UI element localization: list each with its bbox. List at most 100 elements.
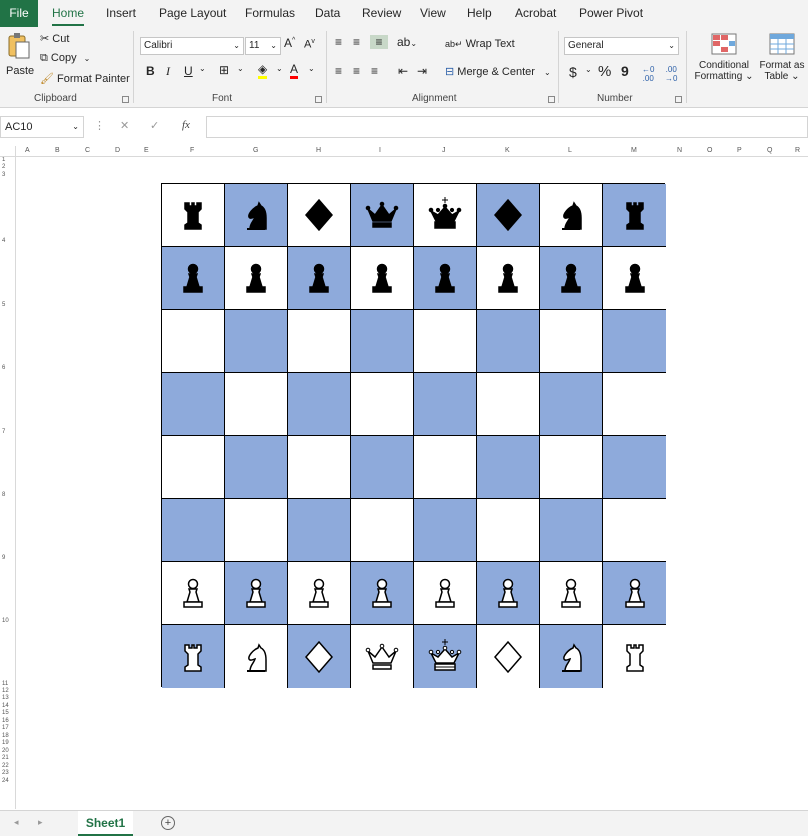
board-square[interactable]: [477, 625, 540, 688]
comma-button[interactable]: 9: [621, 63, 629, 79]
clipboard-launcher-icon[interactable]: [122, 96, 129, 103]
underline-button[interactable]: U: [184, 64, 193, 78]
alignment-launcher-icon[interactable]: [548, 96, 555, 103]
board-square[interactable]: [477, 247, 540, 310]
row-header-7[interactable]: 7: [2, 429, 5, 435]
board-square[interactable]: [603, 499, 666, 562]
column-header-n[interactable]: N: [677, 147, 682, 154]
merge-center-button[interactable]: ⊟ Merge & Center ⌄: [445, 65, 551, 78]
row-header-23[interactable]: 23: [2, 770, 9, 776]
board-square[interactable]: [414, 436, 477, 499]
board-square[interactable]: [225, 310, 288, 373]
board-square[interactable]: [540, 247, 603, 310]
board-square[interactable]: [351, 373, 414, 436]
column-header-m[interactable]: M: [631, 147, 637, 154]
row-header-19[interactable]: 19: [2, 740, 9, 746]
column-header-h[interactable]: H: [316, 147, 321, 154]
board-square[interactable]: [414, 310, 477, 373]
align-center-icon[interactable]: ≡: [353, 64, 360, 78]
column-header-q[interactable]: Q: [767, 147, 772, 154]
row-header-2[interactable]: 2: [2, 164, 5, 170]
tab-file[interactable]: File: [0, 0, 38, 27]
board-square[interactable]: [540, 625, 603, 688]
scroll-right-icon[interactable]: ▸: [38, 817, 43, 828]
board-square[interactable]: [162, 499, 225, 562]
tab-insert[interactable]: Insert: [106, 0, 136, 27]
column-header-f[interactable]: F: [190, 147, 194, 154]
column-header-p[interactable]: P: [737, 147, 742, 154]
board-square[interactable]: [603, 625, 666, 688]
board-square[interactable]: [540, 499, 603, 562]
font-color-icon[interactable]: A: [290, 62, 299, 79]
board-square[interactable]: [540, 184, 603, 247]
board-square[interactable]: [414, 184, 477, 247]
tab-formulas[interactable]: Formulas: [245, 0, 295, 27]
board-square[interactable]: [288, 499, 351, 562]
board-square[interactable]: [351, 310, 414, 373]
select-all-corner[interactable]: [0, 146, 16, 157]
board-square[interactable]: [225, 373, 288, 436]
board-square[interactable]: [225, 436, 288, 499]
board-square[interactable]: [603, 436, 666, 499]
column-header-b[interactable]: B: [55, 147, 60, 154]
row-header-9[interactable]: 9: [2, 555, 5, 561]
board-square[interactable]: [414, 373, 477, 436]
scroll-left-icon[interactable]: ◂: [14, 817, 19, 828]
board-square[interactable]: [288, 247, 351, 310]
column-header-k[interactable]: K: [505, 147, 510, 154]
paste-button[interactable]: Paste: [4, 32, 34, 87]
row-header-21[interactable]: 21: [2, 755, 9, 761]
column-header-e[interactable]: E: [144, 147, 149, 154]
name-box[interactable]: AC10 ⌄: [0, 116, 84, 138]
align-right-icon[interactable]: ≡: [371, 64, 378, 78]
tab-acrobat[interactable]: Acrobat: [515, 0, 556, 27]
cancel-icon[interactable]: ✕: [120, 119, 129, 132]
column-header-o[interactable]: O: [707, 147, 712, 154]
board-square[interactable]: [603, 562, 666, 625]
board-square[interactable]: [540, 562, 603, 625]
board-square[interactable]: [162, 373, 225, 436]
board-square[interactable]: [477, 373, 540, 436]
align-middle-icon[interactable]: ≡: [353, 35, 360, 49]
row-header-10[interactable]: 10: [2, 618, 9, 624]
chevron-down-icon[interactable]: ⌄: [237, 64, 244, 73]
row-header-16[interactable]: 16: [2, 718, 9, 724]
increase-font-icon[interactable]: A^: [284, 36, 295, 50]
board-square[interactable]: [288, 436, 351, 499]
row-header-5[interactable]: 5: [2, 302, 5, 308]
board-square[interactable]: [414, 247, 477, 310]
board-square[interactable]: [603, 184, 666, 247]
row-header-22[interactable]: 22: [2, 763, 9, 769]
tab-review[interactable]: Review: [362, 0, 401, 27]
chevron-down-icon[interactable]: ⌄: [276, 64, 283, 73]
column-header-g[interactable]: G: [253, 147, 258, 154]
wrap-text-button[interactable]: ab↵ Wrap Text: [445, 38, 515, 50]
decrease-font-icon[interactable]: Av: [304, 38, 315, 51]
board-square[interactable]: [162, 436, 225, 499]
tab-help[interactable]: Help: [467, 0, 492, 27]
board-square[interactable]: [162, 310, 225, 373]
board-square[interactable]: [351, 436, 414, 499]
fill-color-icon[interactable]: ◈: [258, 62, 268, 79]
currency-button[interactable]: $: [569, 64, 577, 80]
align-left-icon[interactable]: ≡: [335, 64, 342, 78]
font-family-select[interactable]: Calibri ⌄: [140, 37, 244, 55]
add-sheet-icon[interactable]: +: [161, 816, 175, 830]
column-header-l[interactable]: L: [568, 147, 572, 154]
increase-decimal-icon[interactable]: ←0.00: [642, 65, 654, 83]
board-square[interactable]: [477, 184, 540, 247]
board-square[interactable]: [225, 562, 288, 625]
tab-data[interactable]: Data: [315, 0, 340, 27]
board-square[interactable]: [225, 625, 288, 688]
chevron-down-icon[interactable]: ⌄: [308, 64, 315, 73]
column-header-a[interactable]: A: [25, 147, 30, 154]
sheet-tab[interactable]: Sheet1: [78, 811, 133, 836]
column-header-c[interactable]: C: [85, 147, 90, 154]
board-square[interactable]: [162, 562, 225, 625]
percent-button[interactable]: %: [598, 63, 611, 80]
chevron-down-icon[interactable]: ⌄: [199, 64, 206, 73]
tab-power-pivot[interactable]: Power Pivot: [579, 0, 643, 27]
board-square[interactable]: [288, 184, 351, 247]
cut-button[interactable]: ✂ Cut: [40, 32, 69, 45]
column-header-i[interactable]: I: [379, 147, 381, 154]
